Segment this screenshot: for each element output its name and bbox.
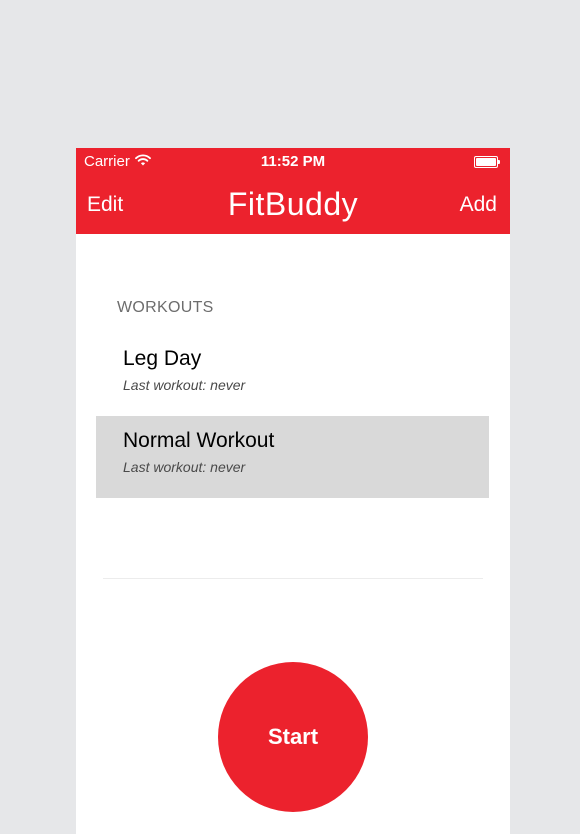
workout-title: Leg Day	[123, 347, 202, 370]
workout-title: Normal Workout	[123, 429, 275, 452]
status-time: 11:52 PM	[260, 153, 326, 170]
app-screen: Carrier 11:52 PM Edit FitBuddy Add WORKO…	[76, 148, 510, 834]
workout-row-normal-workout[interactable]: Normal Workout Last workout: never	[96, 416, 489, 498]
section-header: WORKOUTS	[117, 299, 214, 316]
battery-icon	[474, 156, 502, 168]
start-button[interactable]: Start	[218, 662, 368, 812]
navigation-bar: Carrier 11:52 PM Edit FitBuddy Add	[76, 148, 510, 234]
divider	[103, 578, 483, 579]
add-button[interactable]: Add	[460, 193, 497, 217]
workout-last-date: Last workout: never	[123, 459, 246, 475]
workout-last-date: Last workout: never	[123, 377, 246, 393]
workout-row-leg-day[interactable]: Leg Day Last workout: never	[96, 334, 489, 416]
workout-list: Leg Day Last workout: never Normal Worko…	[96, 334, 489, 498]
page-title: FitBuddy	[227, 186, 359, 222]
